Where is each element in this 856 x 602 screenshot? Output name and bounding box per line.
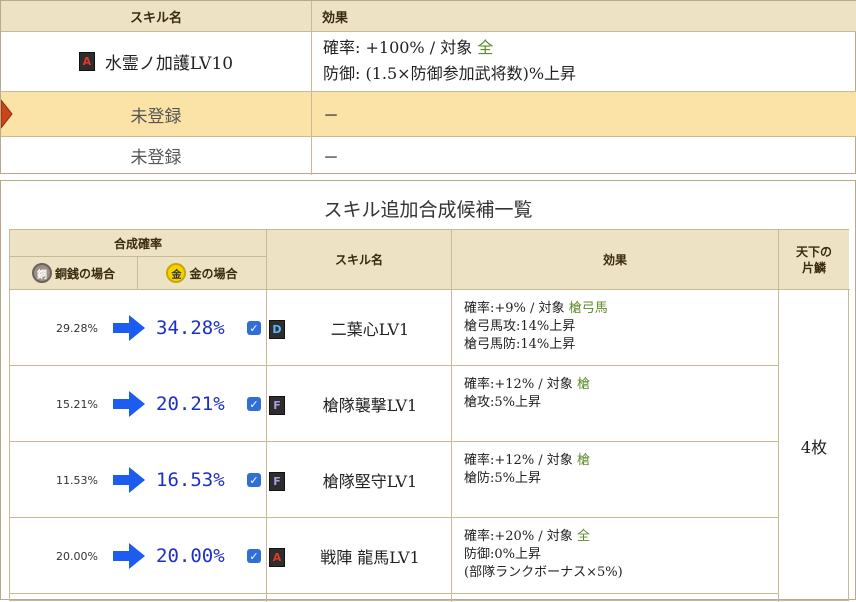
checkbox-check-icon: ✓ (247, 473, 261, 487)
rank-badge: A (269, 546, 285, 567)
rank-badge: F (269, 394, 285, 415)
gold-rate: 16.53% (156, 469, 225, 491)
effect-rate: 確率:+12% / 対象 (464, 377, 577, 392)
gold-rate: 34.28% (156, 317, 225, 339)
effect-target: 全 (576, 529, 590, 544)
candidate-effect: 確率:+9% / 対象 槍弓馬槍弓馬攻:14%上昇 槍弓馬防:14%上昇 (464, 300, 774, 364)
candidate-effect: 確率:+20% / 対象 全防御:0%上昇 (部隊ランクボーナス×5%) (464, 528, 774, 592)
skill-effect-empty: － (323, 106, 340, 125)
header-scale-line1: 天下の (795, 244, 832, 259)
select-checkbox[interactable]: ✓ (247, 549, 261, 563)
effect-line: 槍攻:5%上昇 (464, 395, 542, 410)
header-gold: 金 金の場合 (138, 257, 266, 289)
scale-count: 4枚 (800, 438, 828, 457)
header-effect: 効果 (452, 230, 778, 289)
candidate-skill-name[interactable]: 戦陣 龍馬LV1 (290, 518, 450, 594)
header-gold-label: 金の場合 (189, 266, 238, 281)
panel-title: スキル追加合成候補一覧 (323, 198, 533, 221)
effect-target: 全 (477, 38, 494, 57)
rank-badge: F (269, 470, 285, 491)
skill-slot-3[interactable]: 未登録 (1, 137, 311, 174)
select-checkbox[interactable]: ✓ (247, 397, 261, 411)
divider (1, 136, 856, 137)
copper-coin-icon: 銅 (31, 263, 52, 283)
header-effect: 効果 (312, 1, 856, 31)
divider (10, 593, 778, 594)
candidate-effect: 確率:+12% / 対象 槍槍攻:5%上昇 (464, 376, 774, 440)
select-checkbox[interactable]: ✓ (247, 473, 261, 487)
candidate-skill-name[interactable]: 槍隊堅守LV1 (290, 442, 450, 518)
arrow-right-icon (111, 389, 147, 419)
candidate-row[interactable]: 29.28% 34.28% ✓ D 二葉心LV1 確率:+9% / 対象 槍弓馬 槍弓馬攻:… (10, 290, 778, 366)
copper-rate: 29.28% (56, 321, 98, 335)
skill-name-empty: 未登録 (130, 106, 182, 127)
divider (1, 91, 856, 92)
effect-line: 槍弓馬攻:14%上昇 (464, 319, 576, 334)
candidate-skill-name[interactable]: 二葉心LV1 (290, 290, 450, 366)
divider (137, 256, 138, 289)
checkbox-check-icon: ✓ (247, 321, 261, 335)
effect-rate: 確率:+12% / 対象 (464, 453, 577, 468)
gold-rate: 20.21% (156, 393, 225, 415)
gold-rate: 20.00% (156, 545, 225, 567)
header-scale-line2: 片鱗 (801, 260, 826, 275)
arrow-right-icon (111, 465, 147, 495)
candidate-skill-name[interactable]: 槍隊襲撃LV1 (290, 366, 450, 442)
divider (311, 1, 312, 175)
rank-d-icon: D (269, 320, 285, 339)
header-copper-label: 銅銭の場合 (54, 266, 115, 281)
skill-name: 水霊ノ加護LV10 (104, 54, 234, 74)
current-skill-table: スキル名 効果 A 水霊ノ加護LV10 確率: +100% / 対象 全 防御:… (0, 0, 856, 175)
header-rate: 合成確率 (10, 230, 266, 256)
divider (10, 289, 850, 290)
effect-rate: 確率: +100% / 対象 (323, 38, 478, 57)
divider (778, 230, 779, 602)
select-checkbox[interactable]: ✓ (247, 321, 261, 335)
effect-target: 槍 (576, 453, 590, 468)
effect-line: 槍防:5%上昇 (464, 471, 542, 486)
effect-line: 槍弓馬防:14%上昇 (464, 337, 576, 352)
candidate-table: 合成確率 銅 銅銭の場合 金 金の場合 スキル名 効果 天下の 片鱗 4枚 29… (9, 229, 850, 602)
rank-a-icon: A (269, 548, 285, 567)
effect-target: 槍弓馬 (568, 301, 608, 316)
skill-effect-empty: － (323, 147, 340, 167)
header-scale: 天下の 片鱗 (779, 230, 849, 289)
rank-f-icon: F (269, 396, 285, 415)
gold-coin-icon: 金 (166, 263, 187, 283)
skill-effect: 確率: +100% / 対象 全 防御: (1.5×防御参加武将数)%上昇 (323, 35, 843, 91)
checkbox-check-icon: ✓ (247, 549, 261, 563)
checkbox-check-icon: ✓ (247, 397, 261, 411)
effect-line: 防御:0%上昇 (464, 547, 542, 562)
divider (451, 230, 452, 602)
candidate-row[interactable]: 15.21% 20.21% ✓ F 槍隊襲撃LV1 確率:+12% / 対象 槍槍攻:5%… (10, 366, 778, 442)
rank-f-icon: F (269, 472, 285, 491)
skill-slot-1[interactable]: A 水霊ノ加護LV10 (1, 32, 311, 91)
copper-rate: 11.53% (56, 473, 98, 487)
candidate-panel: スキル追加合成候補一覧 合成確率 銅 銅銭の場合 金 金の場合 スキル名 効果 … (0, 180, 856, 602)
rank-badge: D (269, 318, 285, 339)
divider (1, 31, 856, 32)
candidate-row[interactable]: 20.00% 20.00% ✓ A 戦陣 龍馬LV1 確率:+20% / 対象 全防御:0… (10, 518, 778, 594)
arrow-right-icon (111, 541, 147, 571)
divider (266, 230, 267, 602)
effect-rate: 確率:+20% / 対象 (464, 529, 577, 544)
divider (10, 256, 266, 257)
copper-rate: 20.00% (56, 549, 98, 563)
effect-detail: 防御: (1.5×防御参加武将数)%上昇 (323, 64, 577, 83)
copper-rate: 15.21% (56, 397, 98, 411)
effect-target: 槍 (576, 377, 590, 392)
candidate-row[interactable]: 11.53% 16.53% ✓ F 槍隊堅守LV1 確率:+12% / 対象 槍槍防:5%… (10, 442, 778, 518)
effect-line: (部隊ランクボーナス×5%) (464, 565, 623, 580)
header-skill-name: スキル名 (1, 1, 311, 31)
header-skill-name: スキル名 (267, 230, 451, 289)
rank-a-icon: A (78, 52, 95, 71)
header-copper: 銅 銅銭の場合 (10, 257, 137, 289)
effect-rate: 確率:+9% / 対象 (464, 301, 569, 316)
arrow-right-icon (111, 313, 147, 343)
candidate-effect: 確率:+12% / 対象 槍槍防:5%上昇 (464, 452, 774, 516)
